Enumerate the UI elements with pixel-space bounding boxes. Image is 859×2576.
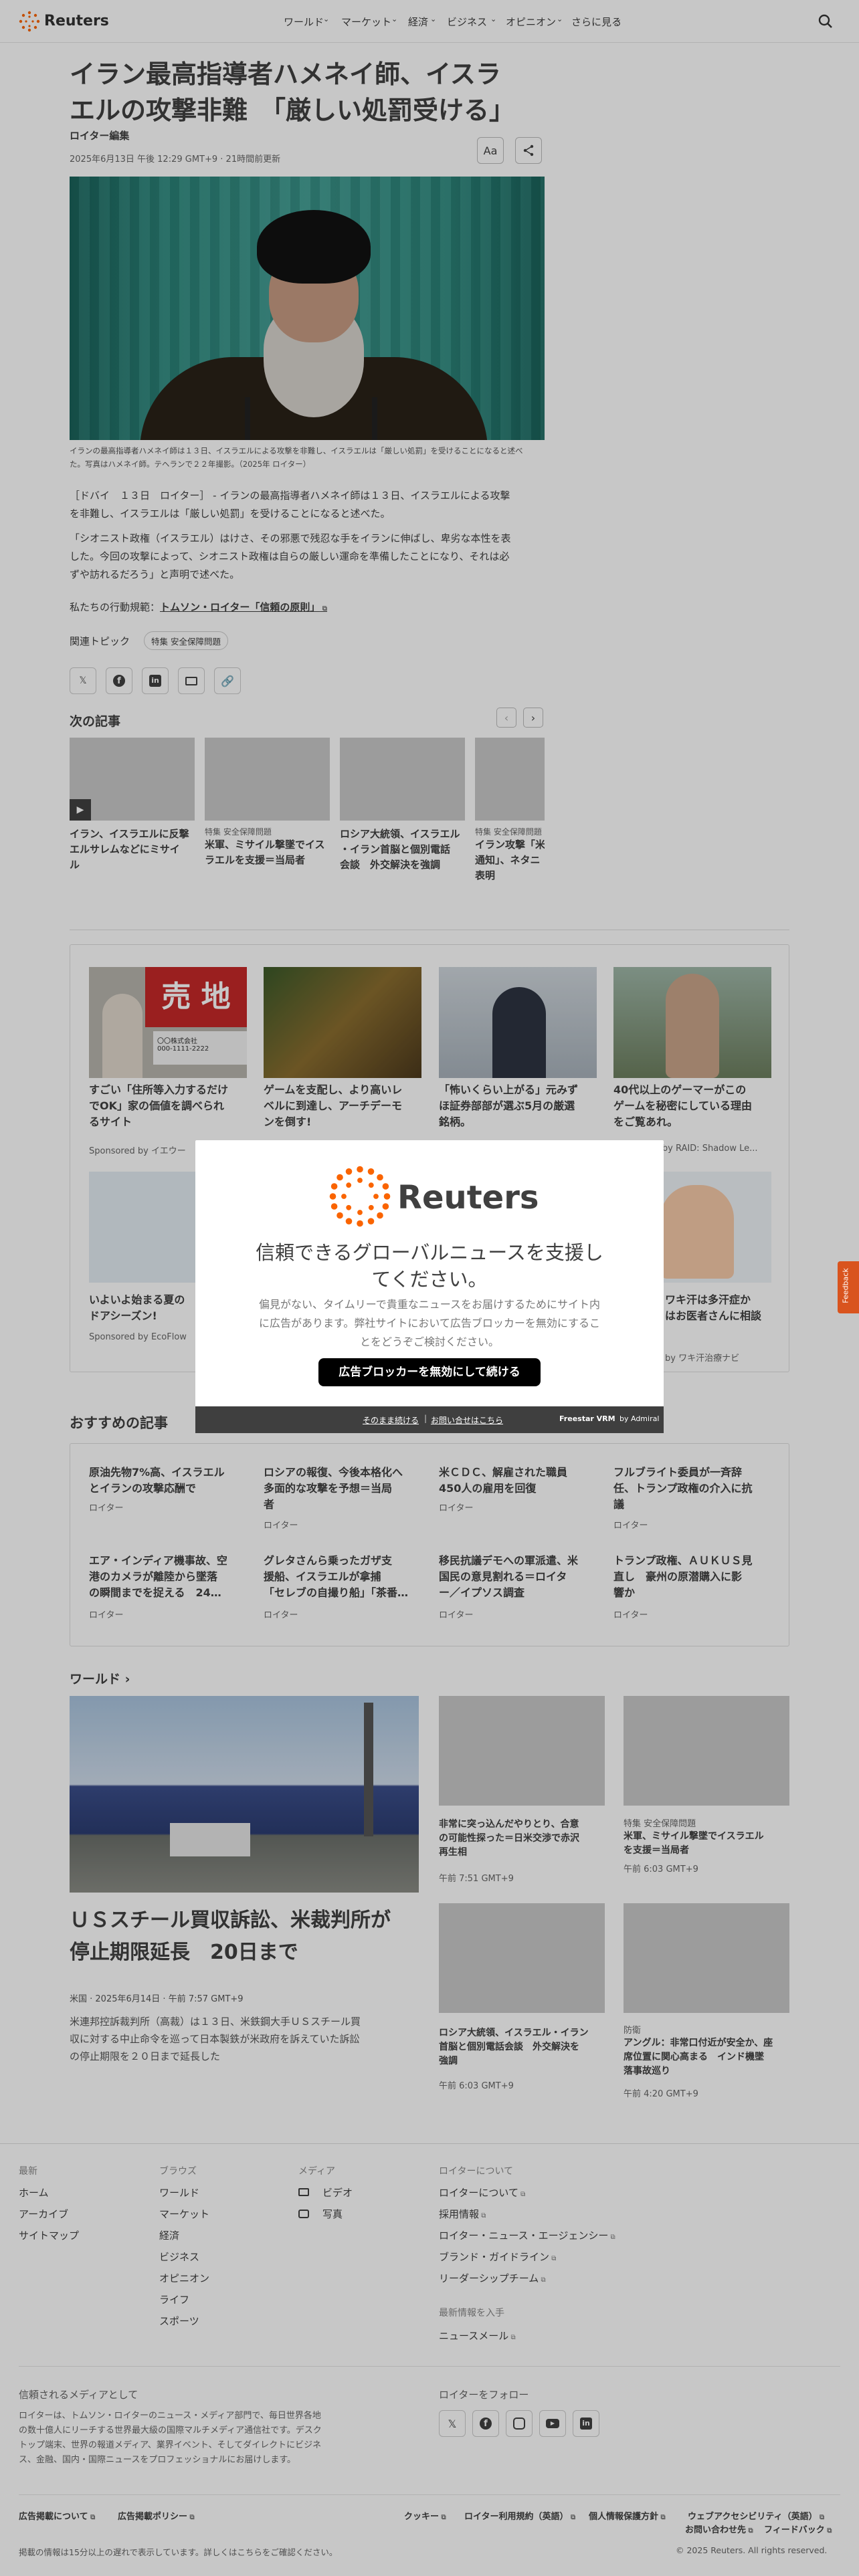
- body-line: 偏見がない、タイムリーで貴重なニュースをお届けするためにサイト内: [259, 1298, 600, 1311]
- feedback-tab[interactable]: Feedback: [838, 1261, 859, 1313]
- modal-logo-text: Reuters: [397, 1179, 539, 1216]
- disable-adblock-button[interactable]: 広告ブロッカーを無効にして続ける: [318, 1358, 541, 1386]
- disable-adblock-label: 広告ブロッカーを無効にして続ける: [339, 1366, 520, 1379]
- feedback-tab-label: Feedback: [841, 1268, 850, 1303]
- page: Reuters ワールド ⌄ マーケット ⌄ 経済 ⌄ ビジネス ⌄ オピニオン…: [0, 0, 859, 2576]
- modal-logo: Reuters: [328, 1164, 539, 1231]
- modal-footer-bar: そのまま続ける | お問い合せはこちら Freestar VRM by Admi…: [195, 1406, 664, 1433]
- link-separator: |: [424, 1414, 427, 1423]
- continue-link[interactable]: そのまま続ける: [363, 1414, 419, 1426]
- headline-line: てください。: [371, 1268, 488, 1291]
- modal-headline: 信頼できるグローバルニュースを支援し てください。: [222, 1239, 637, 1293]
- by-admiral: by Admiral: [619, 1414, 660, 1423]
- adblock-modal: Reuters 信頼できるグローバルニュースを支援し てください。 偏見がない、タ…: [195, 1140, 664, 1433]
- headline-line: 信頼できるグローバルニュースを支援し: [256, 1241, 603, 1264]
- contact-link[interactable]: お問い合せはこちら: [431, 1414, 503, 1426]
- reuters-logo-icon: [329, 1166, 391, 1227]
- powered-by: Freestar VRM: [559, 1414, 615, 1423]
- modal-body: 偏見がない、タイムリーで貴重なニュースをお届けするためにサイト内 に広告があります…: [222, 1295, 637, 1352]
- body-line: とをどうぞご検討ください。: [359, 1335, 499, 1348]
- body-line: に広告があります。弊社サイトにおいて広告ブロッカーを無効にするこ: [258, 1317, 601, 1329]
